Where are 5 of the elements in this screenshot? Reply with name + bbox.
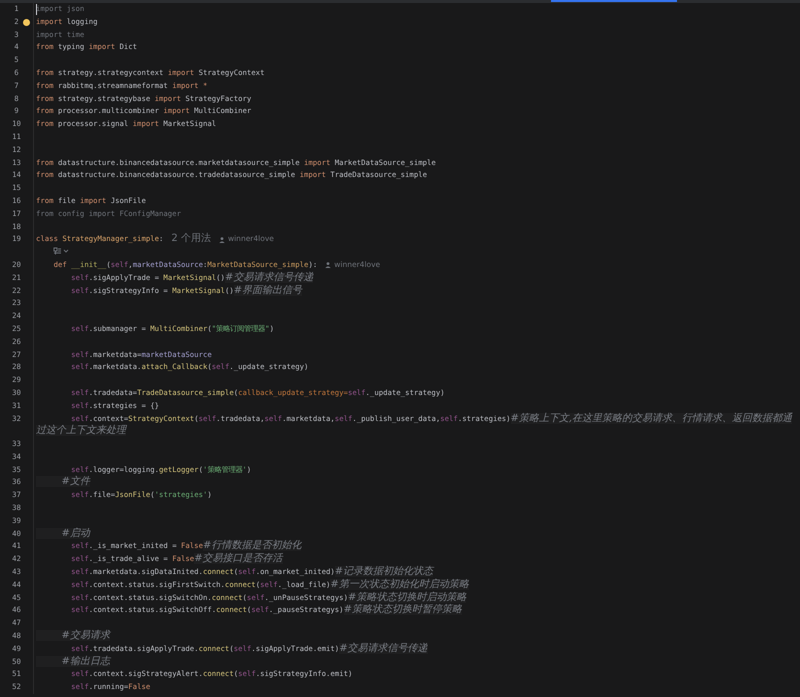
chevron-down-icon[interactable]	[63, 248, 69, 254]
intention-bulb-icon[interactable]	[23, 18, 30, 26]
person-icon	[325, 262, 332, 268]
person-icon	[218, 236, 225, 243]
usages-hint[interactable]: 2 个用法	[171, 233, 211, 246]
